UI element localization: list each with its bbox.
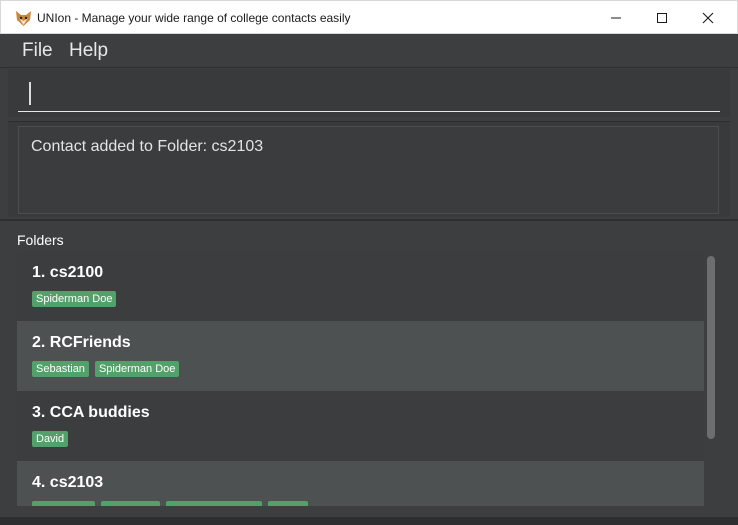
folder-contacts [32,501,308,506]
folders-heading: Folders [17,232,64,248]
result-message: Contact added to Folder: cs2103 [31,138,264,155]
maximize-icon [657,13,667,23]
folder-card[interactable]: 1. cs2100 Spiderman Doe [17,251,704,321]
folder-name: 4. cs2103 [32,474,104,491]
menu-file[interactable]: File [22,40,53,62]
contact-tag [268,501,308,506]
divider [0,219,738,221]
folder-list[interactable]: 1. cs2100 Spiderman Doe 2. RCFriends Seb… [17,251,704,506]
status-bar [0,517,738,525]
menu-help[interactable]: Help [69,40,108,62]
minimize-button[interactable] [593,1,639,35]
scrollbar-thumb[interactable] [707,256,715,439]
maximize-button[interactable] [639,1,685,35]
folder-card[interactable]: 2. RCFriends Sebastian Spiderman Doe [17,321,704,391]
minimize-icon [611,17,621,19]
title-bar: UNIon - Manage your wide range of colleg… [0,0,738,34]
folder-name: 2. RCFriends [32,334,131,351]
contact-tag: Sebastian [32,361,89,377]
contact-tag [166,501,262,506]
text-caret [29,82,31,105]
folder-contacts: Spiderman Doe [32,291,117,307]
close-icon [702,12,714,24]
folder-card[interactable]: 3. CCA buddies David [17,391,704,461]
fox-icon [16,11,31,26]
command-input[interactable] [18,75,720,112]
result-text-area: Contact added to Folder: cs2103 [18,126,719,214]
close-button[interactable] [685,1,731,35]
contact-tag: Spiderman Doe [32,291,117,307]
folder-name: 1. cs2100 [32,264,104,281]
contact-tag [101,501,160,506]
result-display: Contact added to Folder: cs2103 [8,121,730,217]
folder-name: 3. CCA buddies [32,404,150,421]
folder-list-scrollbar[interactable] [705,251,719,506]
folders-panel: Folders 1. cs2100 Spiderman Doe 2. RCFri… [8,223,730,517]
menu-bar: File Help [0,34,738,68]
contact-tag: Spiderman Doe [94,361,180,377]
folder-card[interactable]: 4. cs2103 [17,461,704,506]
contact-tag [32,501,95,506]
contact-tag: David [32,431,69,447]
folder-contacts: Sebastian Spiderman Doe [32,361,180,377]
folder-contacts: David [32,431,69,447]
window-title: UNIon - Manage your wide range of colleg… [37,11,351,25]
command-box [8,69,730,117]
